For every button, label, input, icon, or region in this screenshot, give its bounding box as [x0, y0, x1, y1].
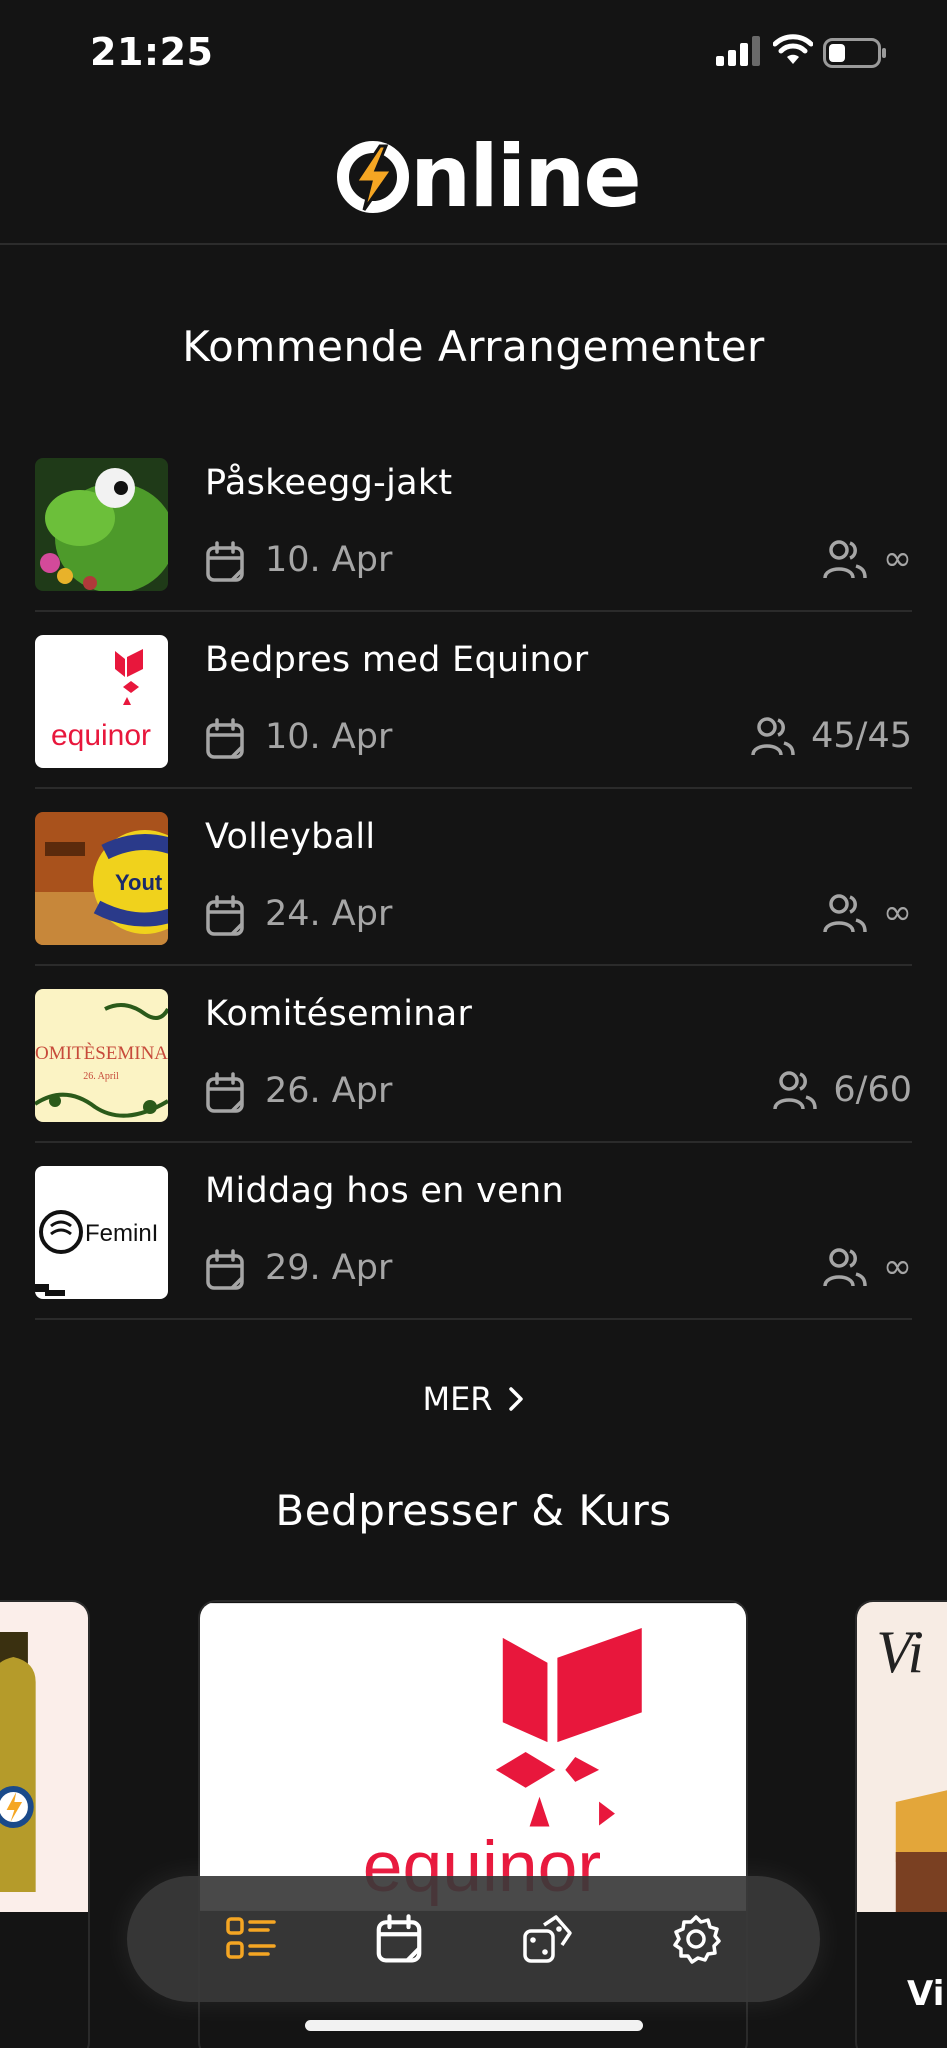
event-row[interactable]: Påskeegg-jakt 10. Apr ∞	[35, 435, 912, 612]
event-row[interactable]: Yout Volleyball 24. Apr ∞	[35, 789, 912, 966]
people-icon	[751, 717, 795, 756]
attendance-count: 6/60	[833, 1070, 912, 1110]
event-date: 26. Apr	[265, 1071, 393, 1111]
wifi-icon	[773, 34, 813, 64]
svg-text:Yout: Yout	[115, 870, 163, 895]
calendar-icon	[377, 1914, 422, 1963]
event-row[interactable]: FeminI Middag hos en venn 29. Apr ∞	[35, 1143, 912, 1320]
logo-text: nline	[410, 127, 642, 227]
event-thumbnail: FeminI	[35, 1166, 168, 1299]
more-label: MER	[422, 1380, 493, 1418]
event-title: Volleyball	[205, 817, 376, 857]
svg-text:Vi: Vi	[876, 1618, 923, 1685]
signal-icon	[716, 36, 760, 66]
event-date: 10. Apr	[265, 717, 393, 757]
event-thumbnail: KOMITÈSEMINAR 26. April	[35, 989, 168, 1122]
home-indicator	[305, 2020, 643, 2031]
people-icon	[823, 540, 867, 579]
courses-title: Bedpresser & Kurs	[275, 1486, 672, 1535]
event-list: Påskeegg-jakt 10. Apr ∞ equinor Bedpres …	[35, 435, 912, 1320]
event-date: 10. Apr	[265, 540, 393, 580]
app-header: nline	[0, 110, 947, 245]
people-icon	[823, 894, 867, 933]
svg-text:KOMITÈSEMINAR: KOMITÈSEMINAR	[35, 1042, 168, 1064]
nav-settings-tab[interactable]	[668, 1911, 724, 1967]
battery-icon	[823, 38, 886, 68]
calendar-icon	[206, 1249, 244, 1290]
nav-calendar-tab[interactable]	[371, 1911, 427, 1967]
event-thumbnail: equinor	[35, 635, 168, 768]
svg-text:26. April: 26. April	[83, 1071, 119, 1082]
attendance-count: ∞	[882, 539, 912, 579]
event-thumbnail: Yout	[35, 812, 168, 945]
event-attendance: ∞	[823, 892, 912, 934]
people-icon	[823, 1248, 867, 1287]
event-row[interactable]: KOMITÈSEMINAR 26. April Komitéseminar 26…	[35, 966, 912, 1143]
status-time: 21:25	[90, 30, 214, 74]
more-button[interactable]: MER	[0, 1380, 947, 1418]
attendance-count: 45/45	[811, 716, 912, 756]
event-attendance: 6/60	[773, 1069, 912, 1111]
svg-text:FeminI: FeminI	[85, 1220, 158, 1247]
status-bar: 21:25	[0, 0, 947, 110]
event-attendance: ∞	[823, 1246, 912, 1288]
people-icon	[773, 1071, 818, 1110]
bottom-nav	[127, 1876, 820, 2002]
event-attendance: ∞	[823, 538, 912, 580]
carousel-card-prev[interactable]	[0, 1600, 90, 2048]
event-title: Påskeegg-jakt	[205, 463, 453, 503]
event-title: Bedpres med Equinor	[205, 640, 589, 680]
attendance-count: ∞	[882, 893, 912, 933]
event-thumbnail	[35, 458, 168, 591]
logo-bolt-icon	[337, 141, 409, 213]
dice-icon	[522, 1915, 572, 1963]
event-date: 24. Apr	[265, 894, 393, 934]
card-title: Vi	[907, 1974, 945, 2014]
attendance-count: ∞	[882, 1247, 912, 1287]
equinor-logo-image: equinor	[200, 1603, 746, 1911]
list-icon	[226, 1917, 276, 1959]
event-attendance: 45/45	[751, 715, 912, 757]
event-row[interactable]: equinor Bedpres med Equinor 10. Apr 45/4…	[35, 612, 912, 789]
svg-text:equinor: equinor	[51, 719, 151, 752]
calendar-icon	[206, 718, 244, 759]
nav-games-tab[interactable]	[520, 1911, 576, 1967]
calendar-icon	[206, 895, 244, 936]
wine-bottle-image	[0, 1602, 88, 1912]
upcoming-events-title: Kommende Arrangementer	[182, 322, 765, 371]
event-date: 29. Apr	[265, 1248, 393, 1288]
event-title: Komitéseminar	[205, 994, 473, 1034]
calendar-icon	[206, 1072, 244, 1113]
nav-events-tab[interactable]	[223, 1911, 279, 1967]
chevron-right-icon	[508, 1387, 523, 1411]
wine-tasting-image: Vi	[857, 1602, 947, 1912]
online-logo[interactable]: nline	[336, 127, 642, 227]
settings-icon	[673, 1915, 721, 1964]
event-title: Middag hos en venn	[205, 1171, 564, 1211]
calendar-icon	[206, 541, 244, 582]
carousel-card-next[interactable]: Vi Vi	[855, 1600, 947, 2048]
